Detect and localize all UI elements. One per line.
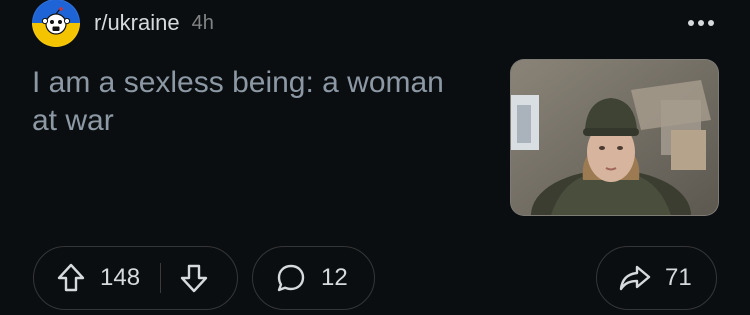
subreddit-avatar[interactable] [32,0,80,47]
comment-bubble-icon [277,264,305,292]
more-options-button[interactable] [686,10,716,36]
comments-button[interactable]: 12 [252,246,375,310]
share-arrow-icon [619,265,651,291]
share-count: 71 [665,264,692,291]
vote-control: 148 [33,246,238,310]
snoo-icon [41,7,71,35]
post-thumbnail[interactable] [510,59,719,216]
subreddit-name[interactable]: r/ukraine [94,10,180,36]
upvote-count: 148 [100,264,141,291]
share-button[interactable]: 71 [596,246,717,310]
comment-count: 12 [321,264,348,291]
post-title[interactable]: I am a sexless being: a woman at war [32,64,452,140]
comment-icon-wrap [275,262,307,294]
post-header: r/ukraine 4h [32,0,214,47]
share-icon-wrap [619,263,651,293]
photo-soldier-woman-helmet-icon [511,60,718,215]
upvote-arrow-icon [57,263,85,292]
more-dots-icon [688,20,714,26]
upvote-button[interactable] [56,262,86,294]
vote-divider [160,263,162,293]
downvote-arrow-icon [180,264,208,293]
post-age: 4h [191,11,214,34]
downvote-button[interactable] [179,262,209,294]
